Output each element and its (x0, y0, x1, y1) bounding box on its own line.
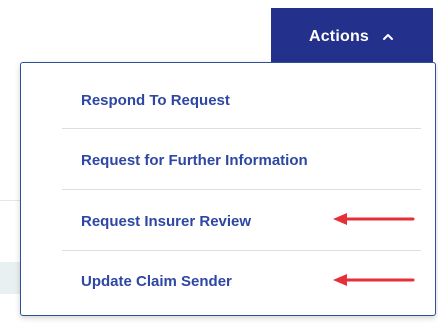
menu-divider (62, 250, 421, 251)
red-arrow-left-icon (333, 274, 415, 286)
menu-divider (62, 128, 421, 129)
menu-item-respond-to-request[interactable]: Respond To Request (81, 92, 401, 109)
chevron-up-icon (383, 34, 394, 40)
actions-button-label: Actions (308, 28, 370, 45)
red-arrow-left-icon (333, 213, 415, 225)
menu-divider (62, 189, 421, 190)
background-divider (0, 200, 22, 201)
menu-item-request-further-information[interactable]: Request for Further Information (81, 152, 401, 169)
actions-button[interactable]: Actions (271, 8, 433, 66)
background-row-highlight (0, 262, 22, 294)
